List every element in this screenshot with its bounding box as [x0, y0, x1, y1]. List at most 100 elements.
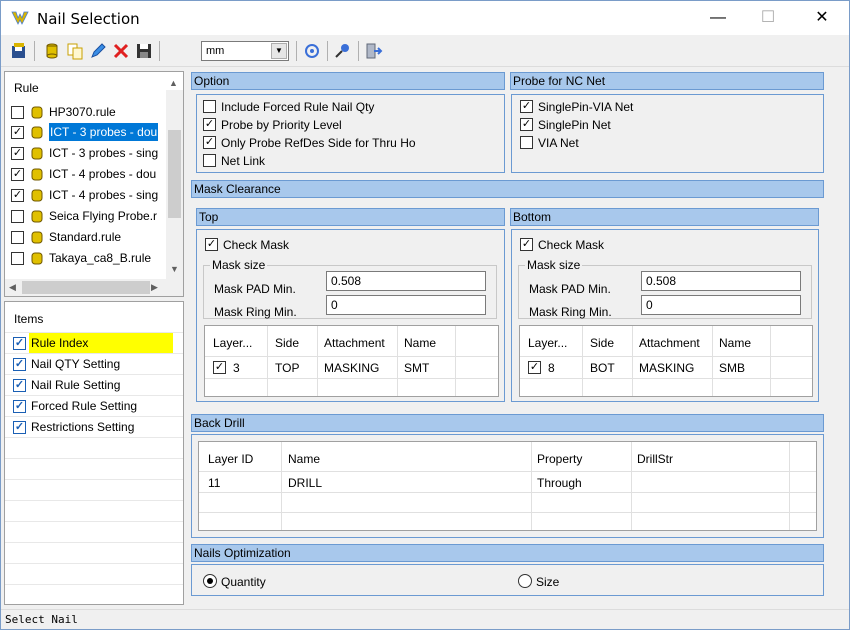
maximize-button[interactable]: ☐ — [745, 1, 791, 35]
col-name[interactable]: Name — [288, 452, 320, 466]
rule-item-checkbox[interactable]: ✓ — [11, 147, 24, 160]
item-label: Nail QTY Setting — [31, 357, 121, 371]
mask-bottom-title: Bottom — [510, 208, 819, 226]
rule-item-checkbox[interactable] — [11, 231, 24, 244]
database-icon — [31, 231, 43, 244]
top-col-layer[interactable]: Layer... — [213, 336, 252, 350]
nails-optimization-group: Quantity Size — [191, 564, 824, 596]
rule-item-label: HP3070.rule — [49, 105, 116, 119]
close-button[interactable]: ✕ — [799, 1, 845, 35]
rule-item-checkbox[interactable]: ✓ — [11, 126, 24, 139]
rule-item[interactable]: ✓ ICT - 3 probes - sing — [11, 143, 171, 163]
bottom-mask-pad-input[interactable]: 0.508 — [641, 271, 801, 291]
top-check-mask-checkbox[interactable]: ✓ — [205, 238, 218, 251]
save-all-icon[interactable] — [10, 42, 28, 60]
unit-select[interactable]: mm ▼ — [201, 41, 289, 61]
item-rule-index[interactable]: ✓ Rule Index — [13, 333, 173, 353]
col-drillstr[interactable]: DrillStr — [637, 452, 673, 466]
item-label: Forced Rule Setting — [31, 399, 138, 413]
bottom-row-layer: 8 — [548, 361, 555, 375]
toolbar: mm ▼ — [1, 35, 849, 67]
rule-item-checkbox[interactable] — [11, 210, 24, 223]
col-layer-id[interactable]: Layer ID — [208, 452, 253, 466]
top-mask-ring-input[interactable]: 0 — [326, 295, 486, 315]
top-mask-pad-input[interactable]: 0.508 — [326, 271, 486, 291]
rule-item[interactable]: Seica Flying Probe.r — [11, 206, 171, 226]
probe-checkbox[interactable] — [520, 136, 533, 149]
size-radio-label: Size — [536, 575, 560, 589]
row-property: Through — [537, 476, 582, 490]
item-nail-rule-setting[interactable]: ✓ Nail Rule Setting — [13, 375, 173, 395]
option-checkbox[interactable]: ✓ — [203, 136, 216, 149]
probe-checkbox[interactable]: ✓ — [520, 100, 533, 113]
rule-item[interactable]: Takaya_ca8_B.rule — [11, 248, 171, 268]
item-checkbox[interactable]: ✓ — [13, 358, 26, 371]
row-layer-id: 11 — [208, 476, 221, 490]
rule-item[interactable]: HP3070.rule — [11, 102, 171, 122]
bottom-col-attachment[interactable]: Attachment — [639, 336, 700, 350]
rule-item-checkbox[interactable] — [11, 252, 24, 265]
rule-item[interactable]: Standard.rule — [11, 227, 171, 247]
copy-icon[interactable] — [66, 42, 84, 60]
item-checkbox[interactable]: ✓ — [13, 379, 26, 392]
option-group-title: Option — [191, 72, 505, 90]
edit-icon[interactable] — [89, 42, 107, 60]
scrollbar-thumb[interactable] — [168, 130, 181, 218]
pin-icon[interactable] — [334, 42, 352, 60]
size-radio[interactable] — [518, 574, 532, 588]
option-checkbox[interactable]: ✓ — [203, 118, 216, 131]
item-checkbox[interactable]: ✓ — [13, 421, 26, 434]
rule-item[interactable]: ✓ ICT - 3 probes - dou — [11, 122, 171, 142]
top-col-attachment[interactable]: Attachment — [324, 336, 385, 350]
top-row-checkbox[interactable]: ✓ — [213, 361, 226, 374]
item-nail-qty-setting[interactable]: ✓ Nail QTY Setting — [13, 354, 173, 374]
rule-item[interactable]: ✓ ICT - 4 probes - sing — [11, 185, 171, 205]
rule-list-horizontal-scrollbar[interactable]: ◀ ▶ — [5, 279, 183, 296]
refresh-icon[interactable] — [303, 42, 321, 60]
delete-icon[interactable] — [112, 42, 130, 60]
rule-list-vertical-scrollbar[interactable]: ▼ — [166, 90, 183, 279]
bottom-check-mask-checkbox[interactable]: ✓ — [520, 238, 533, 251]
bottom-col-name[interactable]: Name — [719, 336, 751, 350]
item-restrictions-setting[interactable]: ✓ Restrictions Setting — [13, 417, 173, 437]
rule-item[interactable]: ✓ ICT - 4 probes - dou — [11, 164, 171, 184]
bottom-mask-pad-label: Mask PAD Min. — [529, 282, 611, 296]
bottom-col-side[interactable]: Side — [590, 336, 614, 350]
probe-checkbox[interactable]: ✓ — [520, 118, 533, 131]
probe-nc-group-title: Probe for NC Net — [510, 72, 824, 90]
top-row-side: TOP — [275, 361, 300, 375]
save-icon[interactable] — [135, 42, 153, 60]
top-col-side[interactable]: Side — [275, 336, 299, 350]
database-icon — [31, 106, 43, 119]
option-checkbox[interactable] — [203, 100, 216, 113]
option-checkbox[interactable] — [203, 154, 216, 167]
bottom-row-checkbox[interactable]: ✓ — [528, 361, 541, 374]
scrollbar-thumb[interactable] — [22, 281, 150, 294]
rule-item-checkbox[interactable]: ✓ — [11, 168, 24, 181]
quantity-radio[interactable] — [203, 574, 217, 588]
scroll-right-icon[interactable]: ▶ — [151, 282, 158, 293]
scroll-left-icon[interactable]: ◀ — [9, 282, 16, 293]
scroll-down-icon[interactable]: ▼ — [170, 264, 179, 274]
rule-item-checkbox[interactable]: ✓ — [11, 189, 24, 202]
bottom-col-layer[interactable]: Layer... — [528, 336, 567, 350]
bottom-row-attachment: MASKING — [639, 361, 695, 375]
mask-top-group: ✓ Check Mask Mask size Mask PAD Min. 0.5… — [196, 229, 505, 402]
scroll-up-icon[interactable]: ▲ — [169, 78, 178, 88]
item-checkbox[interactable]: ✓ — [13, 337, 26, 350]
database-icon[interactable] — [43, 42, 61, 60]
bottom-check-mask-label: Check Mask — [538, 238, 605, 252]
top-col-name[interactable]: Name — [404, 336, 436, 350]
item-checkbox[interactable]: ✓ — [13, 400, 26, 413]
exit-icon[interactable] — [365, 42, 383, 60]
col-property[interactable]: Property — [537, 452, 582, 466]
minimize-button[interactable]: — — [695, 1, 741, 35]
item-forced-rule-setting[interactable]: ✓ Forced Rule Setting — [13, 396, 173, 416]
back-drill-group: Layer ID Name Property DrillStr 11 DRILL… — [191, 434, 824, 538]
item-label: Rule Index — [29, 333, 173, 353]
chevron-down-icon[interactable]: ▼ — [271, 43, 287, 59]
database-icon — [31, 168, 43, 181]
rule-item-checkbox[interactable] — [11, 106, 24, 119]
probe-label: SinglePin-VIA Net — [538, 100, 634, 114]
bottom-mask-ring-input[interactable]: 0 — [641, 295, 801, 315]
